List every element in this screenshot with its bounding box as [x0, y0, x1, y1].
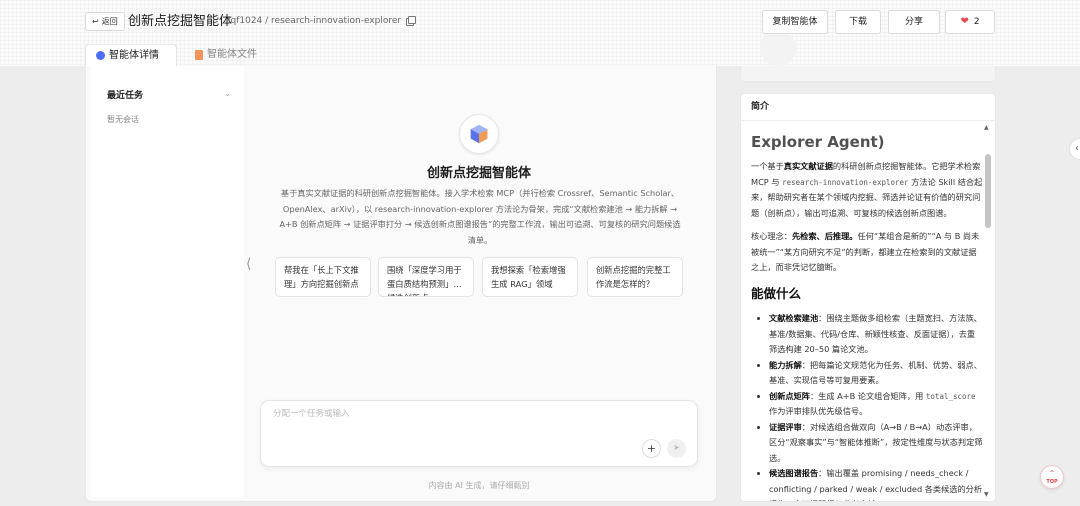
agent-slug-text: lqf1024 / research-innovation-explorer [228, 16, 402, 26]
text-span: ：对候选组合做双向（A→B / B→A）动态评审，区分“观察事实”与“智能体推断… [769, 421, 983, 463]
capabilities-list: 文献检索建池：围绕主题做多组检索（主题宽扫、方法族、基准/数据集、代码/仓库、新… [751, 311, 983, 501]
text-span: ：把每篇论文规范化为任务、机制、优势、弱点、基准、实现信号等可复用要素。 [769, 359, 982, 386]
intro-panel: 简介 Explorer Agent) 一个基于真实文献证据的科研创新点挖掘智能体… [740, 93, 996, 502]
intro-scroll-area[interactable]: Explorer Agent) 一个基于真实文献证据的科研创新点挖掘智能体。它把… [741, 122, 995, 501]
tab-agent-files[interactable]: 智能体文件 [185, 44, 267, 66]
bold-text: 先检索、后推理。 [791, 231, 858, 241]
chevron-down-icon[interactable]: ⌄ [224, 89, 231, 98]
chevron-up-icon: ⌃ [1048, 469, 1056, 478]
text-span: 核心理念： [751, 231, 792, 241]
bold-text: 创新点矩阵 [769, 390, 810, 401]
header: ↩ 返回 创新点挖掘智能体 lqf1024 / research-innovat… [0, 0, 1080, 66]
back-to-top-button[interactable]: ⌃ TOP [1040, 465, 1064, 489]
list-item: 证据评审：对候选组合做双向（A→B / B→A）动态评审，区分“观察事实”与“智… [769, 420, 983, 467]
suggestion-card[interactable]: 我想探索「检索增强生成 RAG」领域 [482, 257, 578, 297]
share-button[interactable]: 分享 [888, 10, 940, 34]
suggestion-card[interactable]: 帮我在「长上下文推理」方向挖掘创新点 [275, 257, 371, 297]
back-arrow-icon: ↩ [92, 17, 99, 26]
agent-logo [459, 114, 499, 154]
agent-description: 基于真实文献证据的科研创新点挖掘智能体。接入学术检索 MCP（并行检索 Cros… [279, 188, 681, 245]
heart-icon: ❤ [960, 16, 969, 27]
copy-agent-button[interactable]: 复制智能体 [762, 10, 828, 34]
back-to-top-label: TOP [1046, 479, 1058, 485]
back-label: 返回 [101, 17, 118, 26]
scroll-down-icon[interactable]: ▼ [984, 491, 989, 498]
recent-tasks-title: 最近任务 [107, 91, 144, 101]
avatar-placeholder [760, 30, 796, 66]
task-composer: + ➤ [260, 400, 698, 467]
add-attachment-button[interactable]: + [642, 439, 661, 458]
send-button[interactable]: ➤ [667, 439, 686, 458]
scrollbar-thumb[interactable] [985, 154, 991, 228]
tab-agent-files-label: 智能体文件 [207, 49, 257, 60]
file-icon [195, 50, 203, 60]
bold-text: 证据评审 [769, 421, 802, 432]
intro-header: 简介 [741, 94, 995, 121]
collapse-sidebar-icon[interactable]: ⟨ [246, 256, 251, 272]
recent-tasks-sidebar: 最近任务 ⌄ 暂无会话 [91, 66, 244, 497]
like-count: 2 [973, 17, 980, 27]
list-item: 能力拆解：把每篇论文规范化为任务、机制、优势、弱点、基准、实现信号等可复用要素。 [769, 358, 983, 389]
agent-slug: lqf1024 / research-innovation-explorer [228, 14, 417, 29]
back-button[interactable]: ↩ 返回 [85, 12, 125, 31]
main-panel: 最近任务 ⌄ 暂无会话 ⟨ 创新点挖掘智能体 基于真实文献证据的科研创新点挖掘智… [85, 66, 717, 502]
intro-content: Explorer Agent) 一个基于真实文献证据的科研创新点挖掘智能体。它把… [751, 134, 983, 501]
text-span: 作为评审排队优先级信号。 [769, 406, 868, 416]
code-text: research-innovation-explorer [782, 177, 909, 187]
core-idea-paragraph: 核心理念：先检索、后推理。任何“某组合是新的”“A 与 B 尚未被统一”“某方向… [751, 229, 983, 276]
capabilities-heading: 能做什么 [751, 285, 802, 301]
tab-agent-details-label: 智能体详情 [109, 49, 159, 61]
agent-details-icon [96, 51, 105, 60]
bold-text: 文献检索建池 [769, 313, 819, 323]
bold-text: 能力拆解 [769, 359, 802, 370]
suggestion-card[interactable]: 创新点挖掘的完整工作流是怎样的？ [587, 257, 683, 297]
tab-agent-details[interactable]: 智能体详情 [85, 44, 177, 66]
cube-icon [470, 124, 488, 144]
code-text: total_score [925, 391, 976, 401]
intro-paragraph: 一个基于真实文献证据的科研创新点挖掘智能体。它把学术检索 MCP 与 resea… [751, 159, 983, 221]
list-item: 候选图谱报告：输出覆盖 promising / needs_check / co… [769, 466, 983, 501]
collapse-panel-button[interactable]: ‹ [1069, 138, 1080, 160]
bold-text: 真实文献证据 [783, 161, 833, 171]
suggestion-card[interactable]: 围绕「深度学习用于蛋白质结构预测」找候选创新点 [378, 257, 474, 297]
copy-icon[interactable] [406, 15, 417, 26]
bold-text: 候选图谱报告 [769, 468, 819, 478]
list-item: 文献检索建池：围绕主题做多组检索（主题宽扫、方法族、基准/数据集、代码/仓库、新… [769, 311, 983, 358]
right-panel-top-card [740, 66, 996, 82]
scroll-up-icon[interactable]: ▲ [984, 124, 989, 131]
agent-name: 创新点挖掘智能体 [426, 166, 531, 181]
text-span: ：生成 A+B 论文组合矩阵，用 [809, 390, 926, 401]
empty-sessions-text: 暂无会话 [107, 115, 139, 124]
page-title: 创新点挖掘智能体 [128, 14, 233, 29]
intro-cut-heading: Explorer Agent) [751, 134, 885, 151]
ai-disclaimer: 内容由 AI 生成，请仔细甄别 [428, 481, 530, 490]
download-button[interactable]: 下载 [835, 10, 881, 34]
like-button[interactable]: ❤ 2 [945, 10, 995, 34]
task-input[interactable] [273, 409, 573, 419]
text-span: 一个基于 [751, 161, 784, 171]
list-item: 创新点矩阵：生成 A+B 论文组合矩阵，用 total_score 作为评审排队… [769, 389, 983, 420]
